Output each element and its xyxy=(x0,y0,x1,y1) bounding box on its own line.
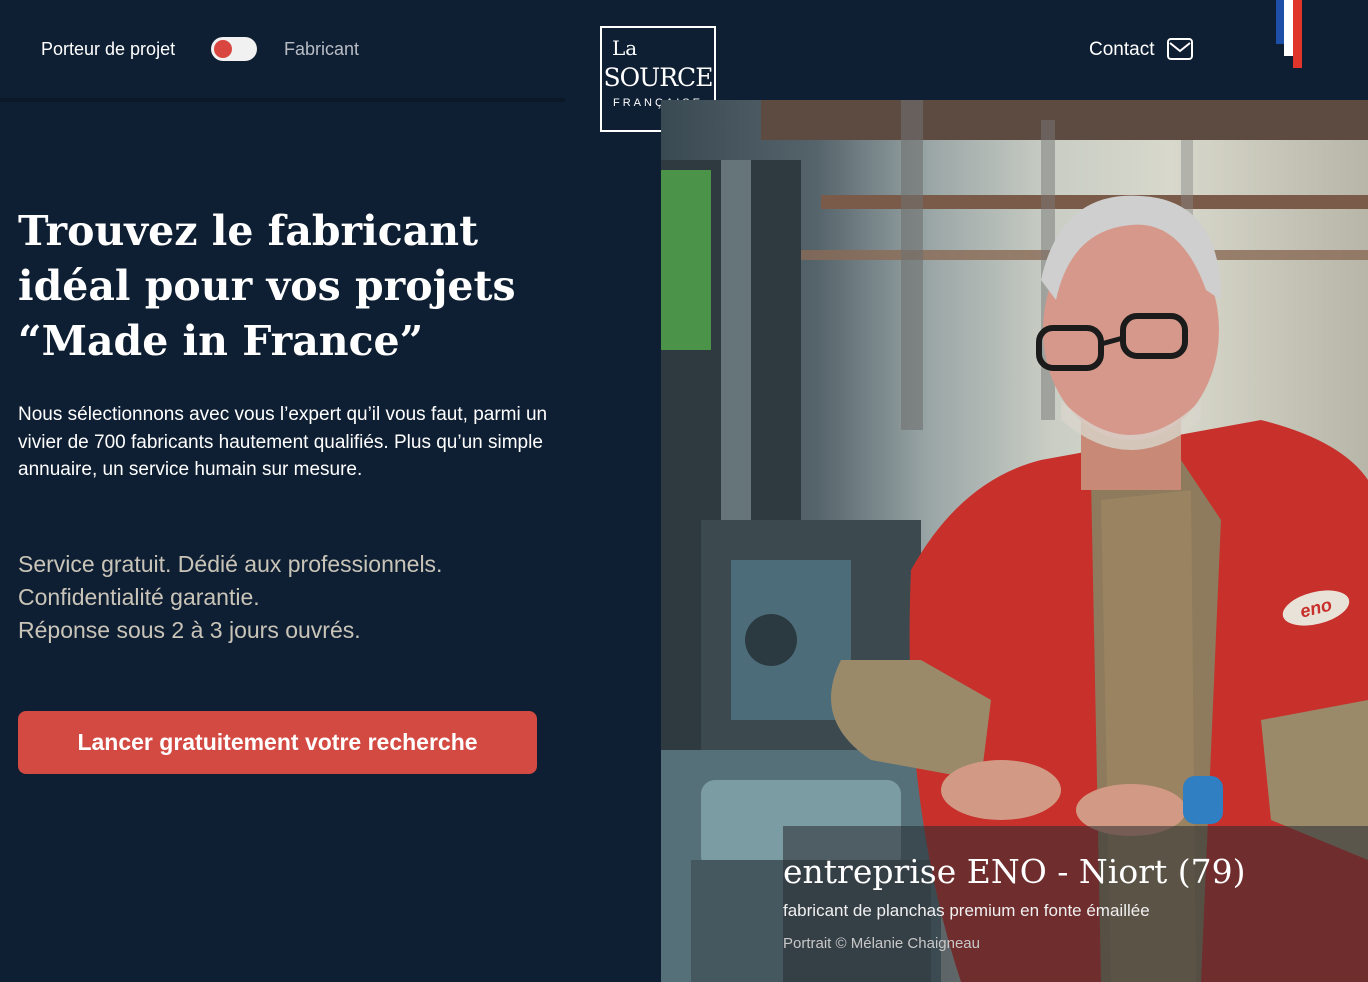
headline-line-3: “Made in France” xyxy=(18,317,424,365)
feature-item: Réponse sous 2 à 3 jours ouvrés. xyxy=(18,617,361,643)
photo-caption-title: entreprise ENO - Niort (79) xyxy=(783,852,1246,891)
hero-intro-text: Nous sélectionnons avec vous l’expert qu… xyxy=(18,404,548,480)
role-fabricant-label[interactable]: Fabricant xyxy=(284,38,359,60)
feature-item: Confidentialité garantie. xyxy=(18,584,260,610)
mail-icon[interactable] xyxy=(1167,38,1193,60)
start-search-button[interactable]: Lancer gratuitement votre recherche xyxy=(18,711,537,774)
hero-photo: eno xyxy=(661,100,1368,982)
photo-caption-subtitle: fabricant de planchas premium en fonte é… xyxy=(783,901,1150,920)
logo-la-text: La xyxy=(612,36,638,60)
logo-source-text: SOURCE xyxy=(603,63,714,92)
french-flag-icon xyxy=(1276,0,1302,68)
service-features-list: Service gratuit. Dédié aux professionnel… xyxy=(18,548,578,647)
role-toggle-switch[interactable] xyxy=(211,37,257,61)
feature-item: Service gratuit. Dédié aux professionnel… xyxy=(18,551,443,577)
contact-link[interactable]: Contact xyxy=(1089,38,1154,62)
headline-line-2: idéal pour vos projets xyxy=(18,262,516,310)
photo-credit: Portrait © Mélanie Chaigneau xyxy=(783,935,980,952)
header-divider xyxy=(0,98,565,102)
hero-headline: Trouvez le fabricant idéal pour vos proj… xyxy=(18,204,618,369)
toggle-knob xyxy=(214,40,232,58)
role-porteur-label[interactable]: Porteur de projet xyxy=(41,38,175,60)
headline-line-1: Trouvez le fabricant xyxy=(18,207,479,255)
